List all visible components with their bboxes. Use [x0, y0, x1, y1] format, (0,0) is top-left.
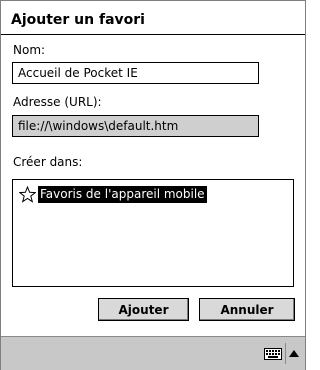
name-label: Nom: [13, 43, 46, 57]
name-input[interactable] [12, 62, 259, 84]
folder-item-mobile-favorites[interactable]: Favoris de l'appareil mobile [19, 185, 207, 203]
folder-item-label: Favoris de l'appareil mobile [38, 185, 207, 203]
add-favorite-dialog: Ajouter un favori Nom: Adresse (URL): fi… [0, 0, 306, 370]
url-field: file://\windows\default.htm [12, 115, 259, 137]
cancel-button[interactable]: Annuler [199, 298, 295, 321]
dialog-title: Ajouter un favori [11, 12, 145, 28]
bottom-taskbar [1, 336, 305, 370]
sip-arrow-up-icon[interactable] [289, 350, 299, 357]
create-in-label: Créer dans: [13, 155, 83, 169]
title-divider [1, 34, 305, 35]
taskbar-separator [285, 343, 286, 364]
folder-listbox[interactable]: Favoris de l'appareil mobile [12, 179, 294, 287]
keyboard-icon[interactable] [264, 348, 282, 360]
add-button[interactable]: Ajouter [98, 298, 189, 321]
star-icon [19, 185, 36, 203]
url-label: Adresse (URL): [13, 95, 102, 109]
